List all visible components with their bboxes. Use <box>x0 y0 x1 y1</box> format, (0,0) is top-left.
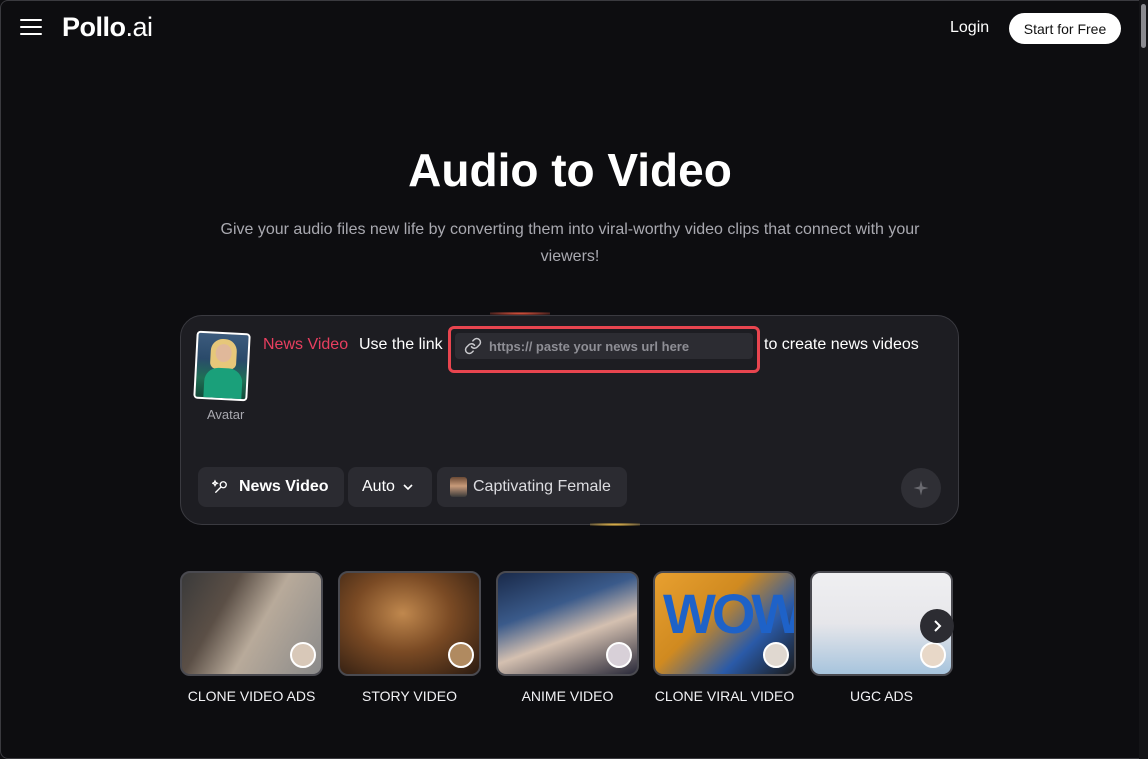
template-card-story-video[interactable]: STORY VIDEO <box>338 571 481 704</box>
sparkle-icon <box>913 480 929 496</box>
avatar-selector[interactable] <box>193 330 251 404</box>
template-card-clone-video-ads[interactable]: CLONE VIDEO ADS <box>180 571 323 704</box>
avatar-label: Avatar <box>207 407 245 422</box>
prompt-text-after: to create news videos <box>764 336 919 353</box>
auto-dropdown-label: Auto <box>362 478 395 495</box>
template-label: CLONE VIDEO ADS <box>187 688 316 704</box>
voice-avatar-icon <box>450 477 467 497</box>
url-field-wrapper[interactable] <box>455 333 753 359</box>
logo-suffix: .ai <box>125 12 154 42</box>
logo-main: Pollo <box>62 12 126 42</box>
prompt-composer: Avatar News Video Use the link to create… <box>180 315 959 525</box>
template-thumbnail <box>180 571 323 676</box>
decorative-glow <box>590 523 640 526</box>
voice-selector-label: Captivating Female <box>473 478 611 495</box>
link-icon <box>464 337 482 355</box>
template-thumbnail <box>338 571 481 676</box>
top-header: Pollo.ai Login Start for Free <box>0 0 1148 58</box>
avatar <box>763 642 789 668</box>
prompt-mode-label: News Video <box>263 336 349 353</box>
avatar <box>920 642 946 668</box>
hamburger-menu-icon[interactable] <box>20 19 42 37</box>
template-card-anime-video[interactable]: ANIME VIDEO <box>496 571 639 704</box>
template-label: STORY VIDEO <box>362 688 457 704</box>
login-link[interactable]: Login <box>950 19 989 37</box>
chevron-down-icon <box>403 484 413 491</box>
scrollbar-track[interactable] <box>1139 0 1148 759</box>
template-thumbnail <box>496 571 639 676</box>
scrollbar-thumb[interactable] <box>1141 4 1146 48</box>
avatar-thumbnail <box>193 330 251 402</box>
start-for-free-button[interactable]: Start for Free <box>1009 13 1121 44</box>
wow-overlay-text: WOW <box>663 582 796 645</box>
template-card-clone-viral-video[interactable]: WOW CLONE VIRAL VIDEO <box>653 571 796 704</box>
chevron-right-icon <box>934 620 942 632</box>
page-title: Audio to Video <box>408 144 732 196</box>
page-subtitle: Give your audio files new life by conver… <box>220 221 920 265</box>
template-label: UGC ADS <box>849 688 913 704</box>
template-thumbnail: WOW <box>653 571 796 676</box>
prompt-text-before: Use the link <box>359 336 443 353</box>
carousel-next-button[interactable] <box>920 609 954 643</box>
news-video-mode-button[interactable]: News Video <box>198 467 344 507</box>
mic-sparkle-icon <box>212 479 227 493</box>
auto-dropdown[interactable]: Auto <box>348 467 432 507</box>
voice-selector[interactable]: Captivating Female <box>437 467 627 507</box>
avatar <box>290 642 316 668</box>
news-video-chip-label: News Video <box>239 478 329 495</box>
news-url-input[interactable] <box>489 338 739 354</box>
template-label: CLONE VIRAL VIDEO <box>654 688 795 704</box>
avatar <box>606 642 632 668</box>
template-label: ANIME VIDEO <box>521 688 614 704</box>
generate-sparkle-button[interactable] <box>901 468 941 508</box>
logo[interactable]: Pollo.ai <box>62 12 153 43</box>
avatar <box>448 642 474 668</box>
